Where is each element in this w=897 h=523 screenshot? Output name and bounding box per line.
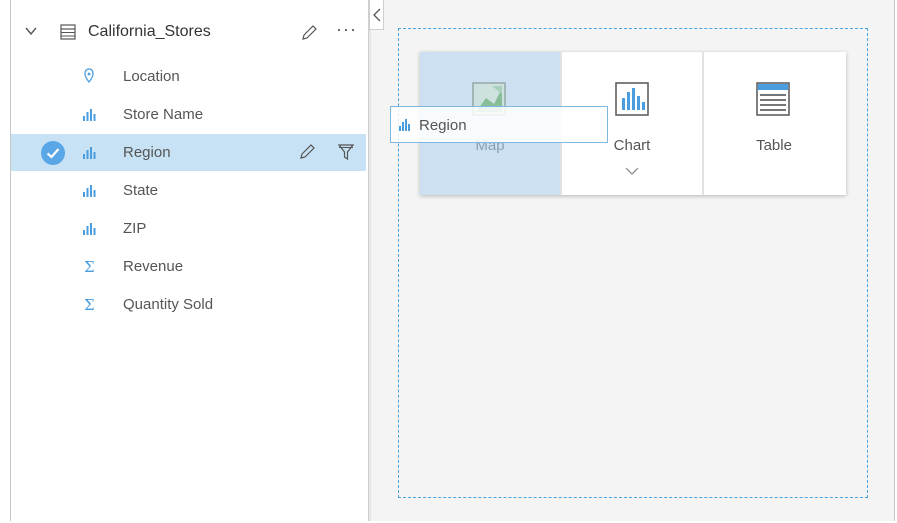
location-icon — [81, 68, 97, 84]
field-label: Location — [123, 68, 180, 85]
rename-field-pencil-icon[interactable] — [298, 143, 316, 166]
field-label: Store Name — [123, 106, 204, 123]
field-label: ZIP — [123, 220, 147, 237]
field-row[interactable]: ZIP — [11, 210, 366, 247]
field-row[interactable]: Region — [11, 134, 366, 171]
dataset-name[interactable]: California_Stores — [88, 23, 211, 41]
dataset-more-options-icon[interactable]: ··· — [336, 19, 357, 40]
chevron-left-icon[interactable] — [373, 8, 381, 22]
rename-dataset-pencil-icon[interactable] — [300, 24, 318, 42]
string-field-icon — [81, 220, 97, 236]
field-row[interactable]: Location — [11, 58, 366, 95]
app-frame: California_Stores ··· Location Store Name… — [10, 0, 895, 521]
filter-icon[interactable] — [337, 143, 355, 166]
collapse-pane-button[interactable] — [369, 0, 384, 30]
caret-down-icon[interactable] — [25, 27, 37, 35]
field-label: Quantity Sold — [123, 296, 214, 313]
field-row[interactable]: State — [11, 172, 366, 209]
checkmark-icon[interactable] — [41, 141, 65, 165]
viz-option-label: Table — [756, 137, 792, 154]
page-canvas: Map Chart Table — [371, 0, 894, 521]
number-field-icon: Σ — [81, 258, 97, 276]
field-row[interactable]: Store Name — [11, 96, 366, 133]
field-row[interactable]: Σ Quantity Sold — [11, 286, 366, 323]
table-icon — [756, 82, 790, 116]
string-field-icon — [81, 106, 97, 122]
field-label: Region — [123, 144, 171, 161]
dataset-header[interactable]: California_Stores ··· — [11, 16, 368, 50]
chevron-down-icon[interactable] — [625, 167, 639, 175]
string-field-icon — [81, 182, 97, 198]
chart-icon — [615, 82, 649, 116]
dragged-field-label: Region — [419, 117, 467, 134]
field-row[interactable]: Σ Revenue — [11, 248, 366, 285]
dragged-field-chip[interactable]: Region — [390, 106, 608, 143]
card-drop-zone[interactable]: Map Chart Table — [398, 28, 868, 498]
data-pane: California_Stores ··· Location Store Name… — [11, 0, 368, 521]
string-field-icon — [399, 119, 410, 131]
dataset-table-icon — [60, 24, 76, 40]
viz-option-table[interactable]: Table — [704, 52, 844, 195]
field-label: State — [123, 182, 159, 199]
number-field-icon: Σ — [81, 296, 97, 314]
svg-text:Σ: Σ — [84, 296, 95, 312]
string-field-icon — [81, 144, 97, 160]
field-label: Revenue — [123, 258, 184, 275]
svg-text:Σ: Σ — [84, 258, 95, 274]
